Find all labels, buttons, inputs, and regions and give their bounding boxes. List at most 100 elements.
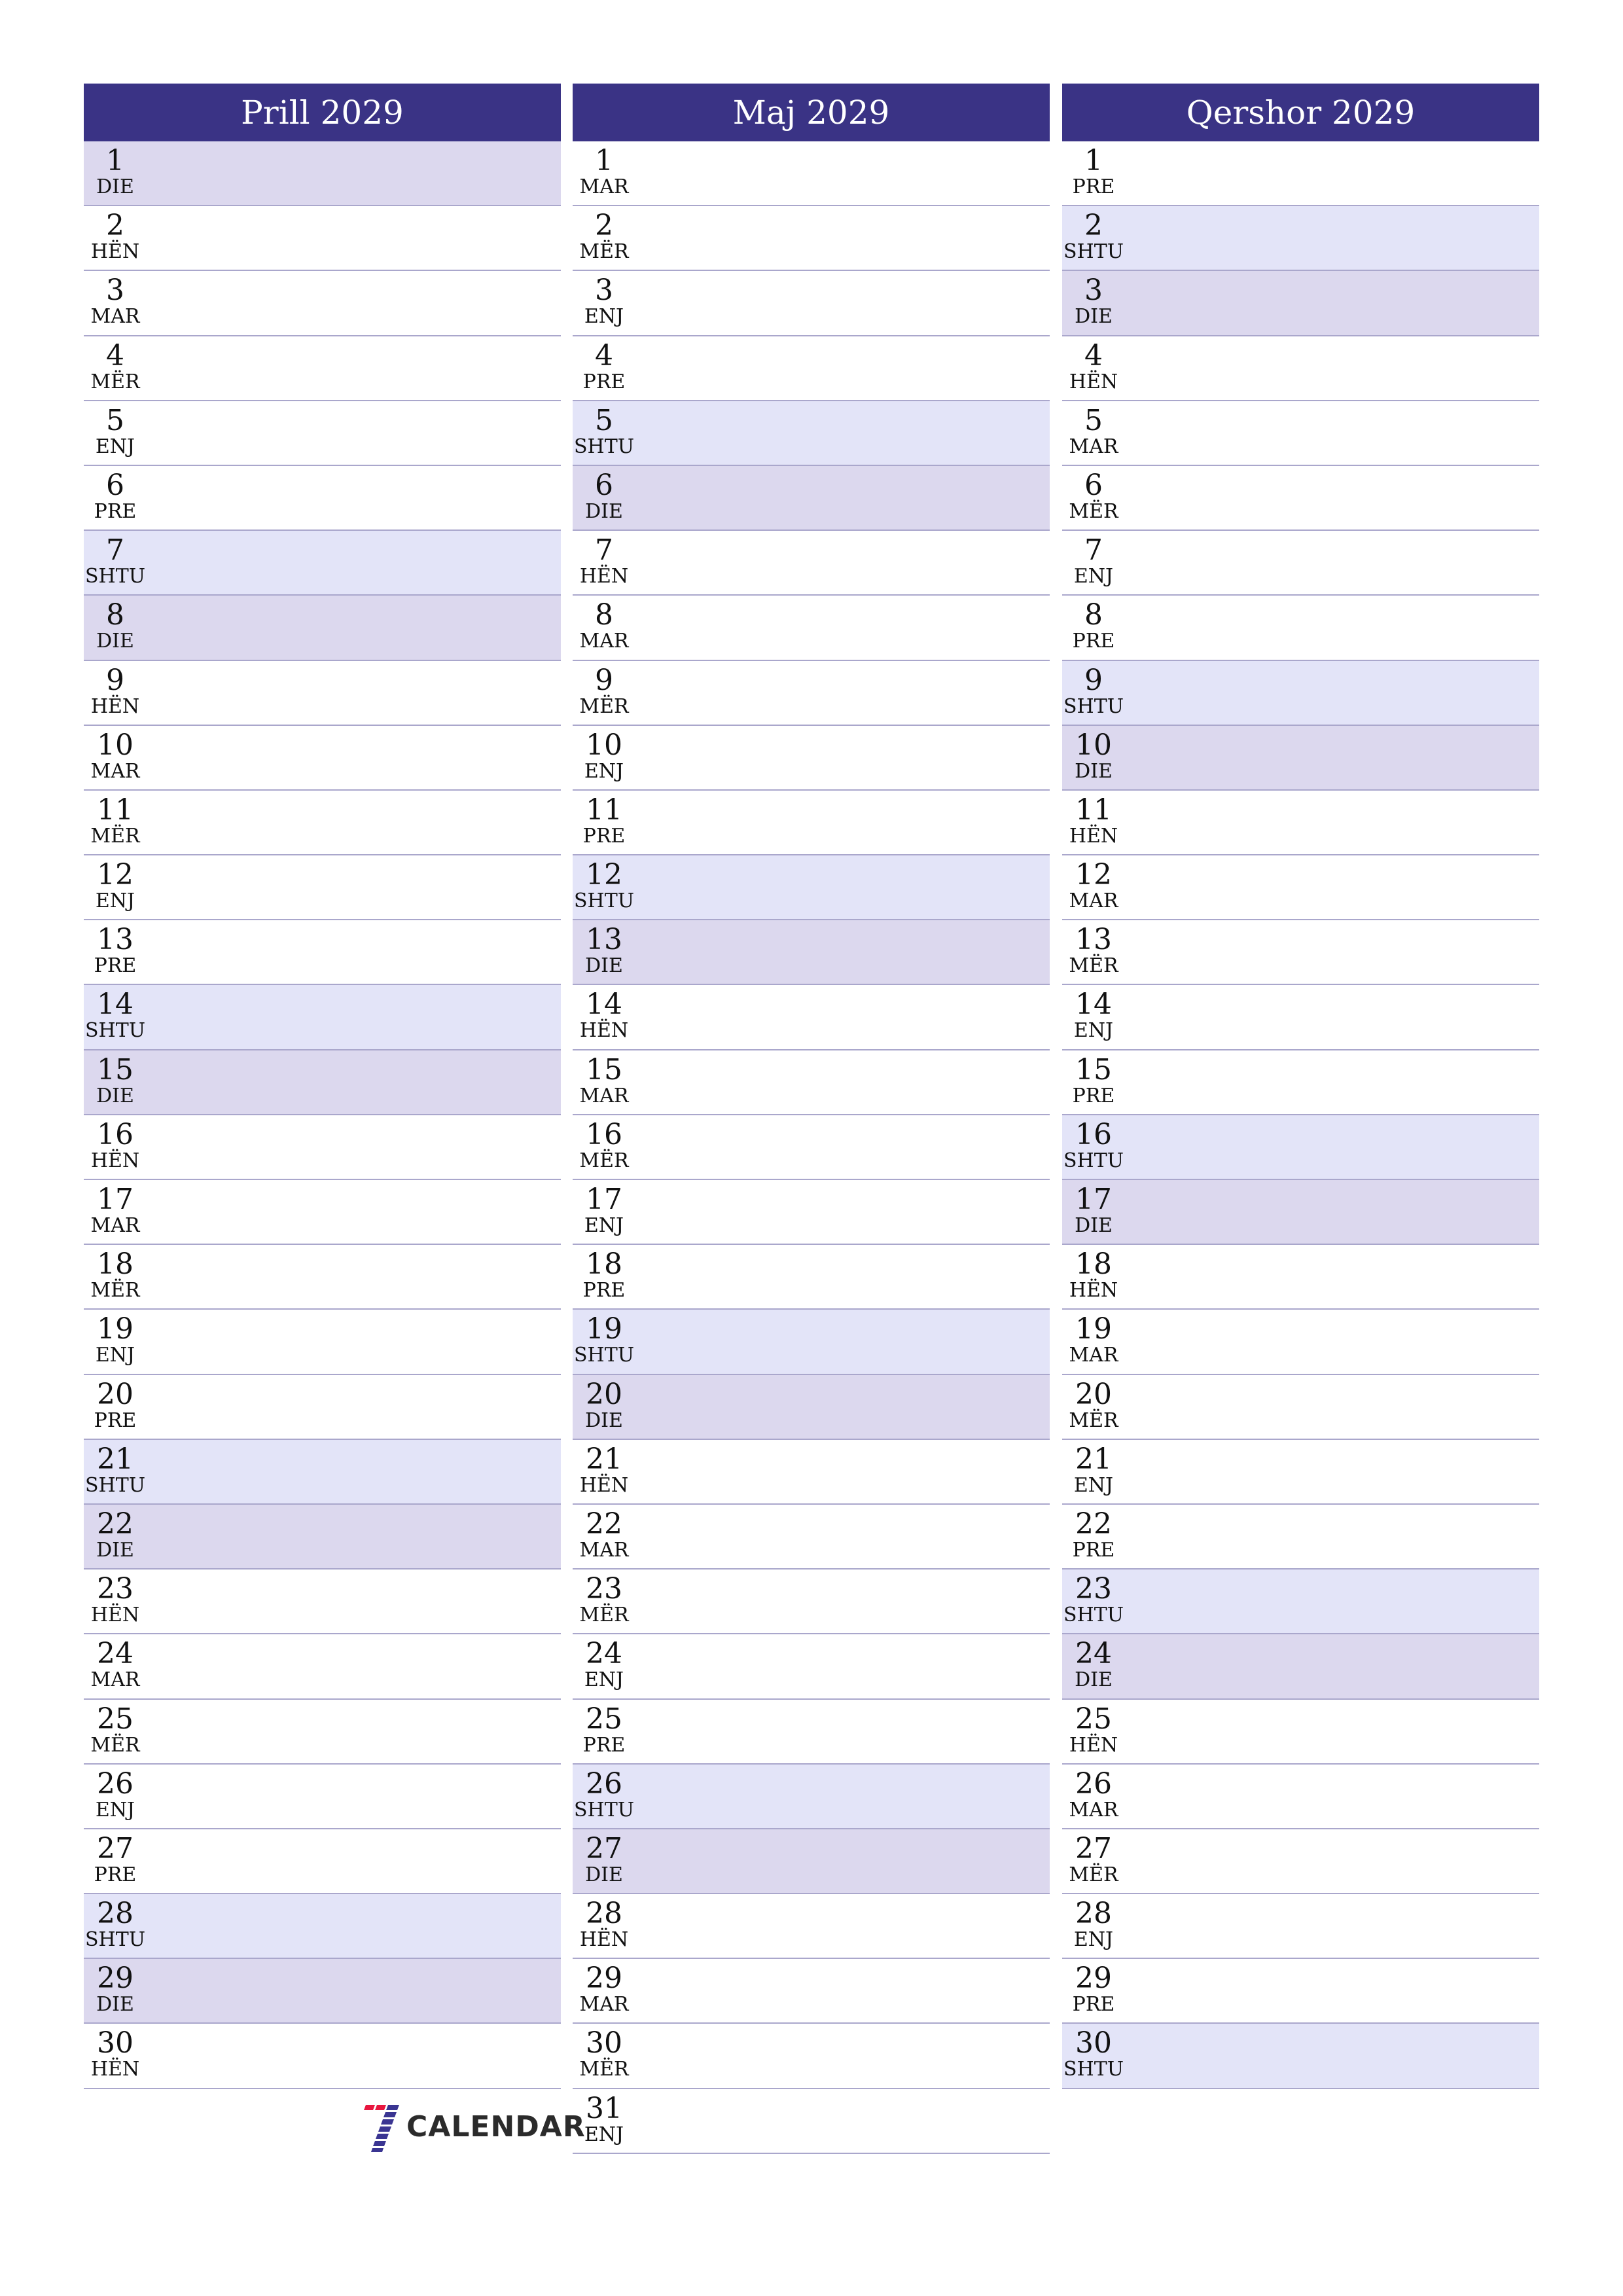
day-row[interactable]: 18 HËN bbox=[1062, 1245, 1539, 1310]
day-row[interactable]: 26 ENJ bbox=[84, 1764, 561, 1829]
day-row[interactable]: 8 DIE bbox=[84, 596, 561, 661]
day-row[interactable]: 12 ENJ bbox=[84, 855, 561, 921]
day-row[interactable]: 4 PRE bbox=[573, 336, 1050, 401]
day-row[interactable]: 22 MAR bbox=[573, 1504, 1050, 1570]
day-row[interactable]: 14 ENJ bbox=[1062, 985, 1539, 1050]
day-row[interactable]: 9 MËR bbox=[573, 660, 1050, 726]
day-row[interactable]: 27 MËR bbox=[1062, 1829, 1539, 1895]
day-row[interactable]: 2 HËN bbox=[84, 206, 561, 272]
day-row[interactable]: 18 PRE bbox=[573, 1245, 1050, 1310]
day-row[interactable]: 10 ENJ bbox=[573, 725, 1050, 791]
day-row[interactable]: 17 ENJ bbox=[573, 1180, 1050, 1246]
day-cell: 11 MËR bbox=[84, 791, 147, 848]
day-row[interactable]: 5 MAR bbox=[1062, 401, 1539, 466]
day-row[interactable]: 31 ENJ bbox=[573, 2089, 1050, 2154]
day-row[interactable]: 13 MËR bbox=[1062, 920, 1539, 986]
day-row[interactable]: 9 HËN bbox=[84, 660, 561, 726]
day-row[interactable]: 12 SHTU bbox=[573, 855, 1050, 921]
day-cell: 22 MAR bbox=[573, 1505, 635, 1562]
day-row[interactable]: 16 MËR bbox=[573, 1115, 1050, 1180]
day-row[interactable]: 2 SHTU bbox=[1062, 206, 1539, 272]
day-row[interactable]: 28 ENJ bbox=[1062, 1894, 1539, 1960]
day-row[interactable]: 23 MËR bbox=[573, 1570, 1050, 1635]
day-row[interactable]: 27 DIE bbox=[573, 1829, 1050, 1895]
day-row[interactable]: 17 MAR bbox=[84, 1180, 561, 1246]
day-row[interactable]: 29 MAR bbox=[573, 1959, 1050, 2024]
day-row[interactable]: 13 PRE bbox=[84, 920, 561, 986]
day-row[interactable]: 1 DIE bbox=[84, 141, 561, 207]
day-row[interactable]: 21 ENJ bbox=[1062, 1439, 1539, 1505]
day-row[interactable]: 1 PRE bbox=[1062, 141, 1539, 207]
day-row[interactable]: 7 ENJ bbox=[1062, 531, 1539, 596]
day-row[interactable]: 25 HËN bbox=[1062, 1699, 1539, 1765]
day-number: 5 bbox=[106, 403, 124, 437]
day-row[interactable]: 28 HËN bbox=[573, 1894, 1050, 1960]
day-row[interactable]: 3 DIE bbox=[1062, 271, 1539, 336]
day-row[interactable]: 30 SHTU bbox=[1062, 2024, 1539, 2089]
day-row[interactable]: 20 MËR bbox=[1062, 1374, 1539, 1440]
day-row[interactable]: 21 SHTU bbox=[84, 1439, 561, 1505]
day-row[interactable]: 11 HËN bbox=[1062, 790, 1539, 856]
day-row[interactable]: 24 MAR bbox=[84, 1634, 561, 1700]
day-row[interactable]: 4 HËN bbox=[1062, 336, 1539, 401]
day-row[interactable]: 19 ENJ bbox=[84, 1310, 561, 1375]
day-cell: 9 HËN bbox=[84, 661, 147, 718]
day-row[interactable]: 15 MAR bbox=[573, 1050, 1050, 1115]
month-header: Qershor 2029 bbox=[1062, 83, 1539, 141]
day-row[interactable]: 26 SHTU bbox=[573, 1764, 1050, 1829]
day-row[interactable]: 10 DIE bbox=[1062, 725, 1539, 791]
day-row[interactable]: 21 HËN bbox=[573, 1439, 1050, 1505]
day-row[interactable]: 22 DIE bbox=[84, 1504, 561, 1570]
day-row[interactable]: 30 HËN bbox=[84, 2024, 561, 2089]
day-row[interactable]: 11 PRE bbox=[573, 790, 1050, 856]
day-row[interactable]: 27 PRE bbox=[84, 1829, 561, 1895]
day-row[interactable]: 6 DIE bbox=[573, 465, 1050, 531]
day-row[interactable]: 15 DIE bbox=[84, 1050, 561, 1115]
day-row[interactable]: 19 SHTU bbox=[573, 1310, 1050, 1375]
day-row[interactable]: 16 SHTU bbox=[1062, 1115, 1539, 1180]
day-row[interactable]: 3 ENJ bbox=[573, 271, 1050, 336]
day-row[interactable]: 23 SHTU bbox=[1062, 1570, 1539, 1635]
day-row[interactable]: 5 SHTU bbox=[573, 401, 1050, 466]
day-row[interactable]: 26 MAR bbox=[1062, 1764, 1539, 1829]
day-row[interactable]: 8 PRE bbox=[1062, 596, 1539, 661]
day-row[interactable]: 17 DIE bbox=[1062, 1180, 1539, 1246]
day-row[interactable]: 25 MËR bbox=[84, 1699, 561, 1765]
day-row[interactable]: 24 ENJ bbox=[573, 1634, 1050, 1700]
day-cell: 22 PRE bbox=[1062, 1505, 1125, 1562]
day-row[interactable]: 7 SHTU bbox=[84, 531, 561, 596]
day-row[interactable]: 29 PRE bbox=[1062, 1959, 1539, 2024]
day-row[interactable]: 20 PRE bbox=[84, 1374, 561, 1440]
day-row[interactable]: 2 MËR bbox=[573, 206, 1050, 272]
day-row[interactable]: 16 HËN bbox=[84, 1115, 561, 1180]
day-row[interactable]: 24 DIE bbox=[1062, 1634, 1539, 1700]
day-row[interactable]: 19 MAR bbox=[1062, 1310, 1539, 1375]
day-row[interactable]: 3 MAR bbox=[84, 271, 561, 336]
day-row[interactable]: 28 SHTU bbox=[84, 1894, 561, 1960]
day-row[interactable]: 8 MAR bbox=[573, 596, 1050, 661]
day-row[interactable]: 13 DIE bbox=[573, 920, 1050, 986]
day-row[interactable]: 4 MËR bbox=[84, 336, 561, 401]
day-row[interactable]: 9 SHTU bbox=[1062, 660, 1539, 726]
day-row[interactable]: 11 MËR bbox=[84, 790, 561, 856]
day-row[interactable]: 23 HËN bbox=[84, 1570, 561, 1635]
day-number: 18 bbox=[1075, 1247, 1112, 1282]
day-row[interactable]: 5 ENJ bbox=[84, 401, 561, 466]
day-row[interactable]: 29 DIE bbox=[84, 1959, 561, 2024]
day-row[interactable]: 25 PRE bbox=[573, 1699, 1050, 1765]
day-row[interactable]: 6 MËR bbox=[1062, 465, 1539, 531]
day-row[interactable]: 30 MËR bbox=[573, 2024, 1050, 2089]
day-row[interactable]: 18 MËR bbox=[84, 1245, 561, 1310]
day-row[interactable]: 10 MAR bbox=[84, 725, 561, 791]
day-row[interactable]: 22 PRE bbox=[1062, 1504, 1539, 1570]
day-row[interactable]: 12 MAR bbox=[1062, 855, 1539, 921]
day-row[interactable]: 7 HËN bbox=[573, 531, 1050, 596]
day-row[interactable]: 14 SHTU bbox=[84, 985, 561, 1050]
day-row[interactable]: 15 PRE bbox=[1062, 1050, 1539, 1115]
day-row[interactable]: 14 HËN bbox=[573, 985, 1050, 1050]
day-row[interactable]: 1 MAR bbox=[573, 141, 1050, 207]
day-row[interactable]: 6 PRE bbox=[84, 465, 561, 531]
brand-name: CALENDAR bbox=[406, 2110, 586, 2144]
weekday-label: ENJ bbox=[584, 305, 624, 329]
day-row[interactable]: 20 DIE bbox=[573, 1374, 1050, 1440]
